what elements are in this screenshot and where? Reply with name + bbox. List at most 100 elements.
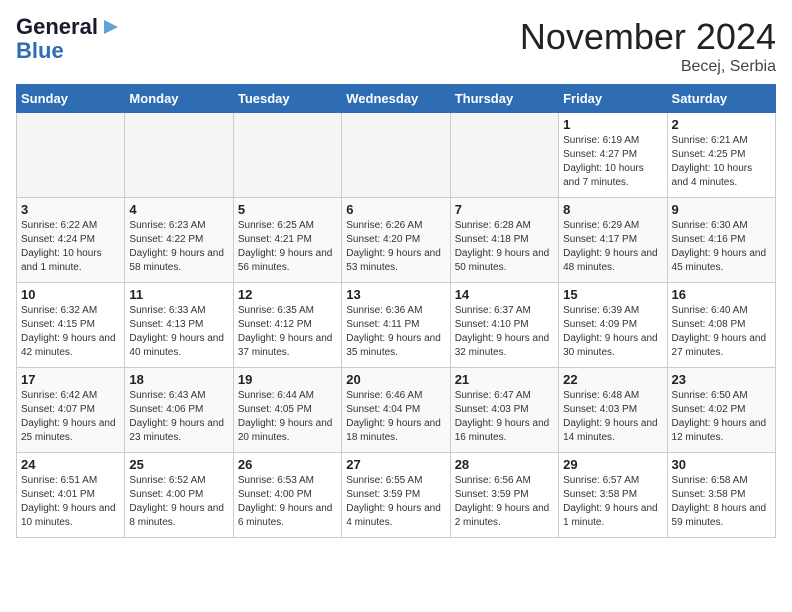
- day-number: 19: [238, 372, 337, 387]
- month-title: November 2024: [520, 16, 776, 58]
- day-number: 30: [672, 457, 771, 472]
- calendar-cell: 14 Sunrise: 6:37 AM Sunset: 4:10 PM Dayli…: [450, 283, 558, 368]
- calendar-cell: [17, 113, 125, 198]
- week-row-0: 1Sunrise: 6:19 AM Sunset: 4:27 PM Daylig…: [17, 113, 776, 198]
- day-number: 16: [672, 287, 771, 302]
- calendar-cell: [233, 113, 341, 198]
- day-number: 8: [563, 202, 662, 217]
- day-detail: Sunrise: 6:26 AM Sunset: 4:20 PM Dayligh…: [346, 219, 445, 275]
- logo-arrow-icon: [100, 16, 122, 38]
- day-detail: Sunrise: 6:25 AM Sunset: 4:21 PM Dayligh…: [238, 219, 337, 275]
- day-number: 4: [129, 202, 228, 217]
- day-detail: Sunrise: 6:29 AM Sunset: 4:17 PM Dayligh…: [563, 219, 662, 275]
- day-detail: Sunrise: 6:44 AM Sunset: 4:05 PM Dayligh…: [238, 389, 337, 445]
- calendar-cell: 9 Sunrise: 6:30 AM Sunset: 4:16 PM Daylig…: [667, 198, 775, 283]
- calendar-cell: 7 Sunrise: 6:28 AM Sunset: 4:18 PM Daylig…: [450, 198, 558, 283]
- calendar-cell: 16 Sunrise: 6:40 AM Sunset: 4:08 PM Dayli…: [667, 283, 775, 368]
- calendar-cell: 5 Sunrise: 6:25 AM Sunset: 4:21 PM Daylig…: [233, 198, 341, 283]
- day-detail: Sunrise: 6:50 AM Sunset: 4:02 PM Dayligh…: [672, 389, 771, 445]
- calendar-cell: 15 Sunrise: 6:39 AM Sunset: 4:09 PM Dayli…: [559, 283, 667, 368]
- week-row-4: 24Sunrise: 6:51 AM Sunset: 4:01 PM Dayli…: [17, 453, 776, 538]
- day-detail: Sunrise: 6:40 AM Sunset: 4:08 PM Dayligh…: [672, 304, 771, 360]
- day-number: 18: [129, 372, 228, 387]
- day-number: 3: [21, 202, 120, 217]
- day-number: 24: [21, 457, 120, 472]
- day-detail: Sunrise: 6:48 AM Sunset: 4:03 PM Dayligh…: [563, 389, 662, 445]
- day-number: 15: [563, 287, 662, 302]
- calendar-cell: 6 Sunrise: 6:26 AM Sunset: 4:20 PM Daylig…: [342, 198, 450, 283]
- calendar-cell: 12Sunrise: 6:35 AM Sunset: 4:12 PM Dayli…: [233, 283, 341, 368]
- day-number: 10: [21, 287, 120, 302]
- calendar-cell: 13Sunrise: 6:36 AM Sunset: 4:11 PM Dayli…: [342, 283, 450, 368]
- week-row-2: 10 Sunrise: 6:32 AM Sunset: 4:15 PM Dayli…: [17, 283, 776, 368]
- calendar-cell: 10 Sunrise: 6:32 AM Sunset: 4:15 PM Dayli…: [17, 283, 125, 368]
- title-block: November 2024 Becej, Serbia: [520, 16, 776, 76]
- day-detail: Sunrise: 6:58 AM Sunset: 3:58 PM Dayligh…: [672, 474, 771, 530]
- calendar-cell: [342, 113, 450, 198]
- day-detail: Sunrise: 6:55 AM Sunset: 3:59 PM Dayligh…: [346, 474, 445, 530]
- logo: General Blue: [16, 16, 122, 64]
- day-number: 9: [672, 202, 771, 217]
- day-detail: Sunrise: 6:56 AM Sunset: 3:59 PM Dayligh…: [455, 474, 554, 530]
- calendar-cell: 30 Sunrise: 6:58 AM Sunset: 3:58 PM Dayli…: [667, 453, 775, 538]
- weekday-header-sunday: Sunday: [17, 85, 125, 113]
- weekday-header-row: SundayMondayTuesdayWednesdayThursdayFrid…: [17, 85, 776, 113]
- day-detail: Sunrise: 6:52 AM Sunset: 4:00 PM Dayligh…: [129, 474, 228, 530]
- calendar-cell: 19 Sunrise: 6:44 AM Sunset: 4:05 PM Dayli…: [233, 368, 341, 453]
- day-detail: Sunrise: 6:47 AM Sunset: 4:03 PM Dayligh…: [455, 389, 554, 445]
- calendar-cell: 27 Sunrise: 6:55 AM Sunset: 3:59 PM Dayli…: [342, 453, 450, 538]
- logo-blue: Blue: [16, 38, 64, 64]
- calendar-cell: 22 Sunrise: 6:48 AM Sunset: 4:03 PM Dayli…: [559, 368, 667, 453]
- weekday-header-friday: Friday: [559, 85, 667, 113]
- day-number: 1: [563, 117, 662, 132]
- day-detail: Sunrise: 6:37 AM Sunset: 4:10 PM Dayligh…: [455, 304, 554, 360]
- calendar-cell: 1Sunrise: 6:19 AM Sunset: 4:27 PM Daylig…: [559, 113, 667, 198]
- day-number: 2: [672, 117, 771, 132]
- calendar-cell: 17Sunrise: 6:42 AM Sunset: 4:07 PM Dayli…: [17, 368, 125, 453]
- day-detail: Sunrise: 6:46 AM Sunset: 4:04 PM Dayligh…: [346, 389, 445, 445]
- weekday-header-thursday: Thursday: [450, 85, 558, 113]
- day-number: 26: [238, 457, 337, 472]
- day-detail: Sunrise: 6:57 AM Sunset: 3:58 PM Dayligh…: [563, 474, 662, 530]
- calendar-table: SundayMondayTuesdayWednesdayThursdayFrid…: [16, 84, 776, 538]
- day-detail: Sunrise: 6:35 AM Sunset: 4:12 PM Dayligh…: [238, 304, 337, 360]
- day-number: 23: [672, 372, 771, 387]
- day-detail: Sunrise: 6:33 AM Sunset: 4:13 PM Dayligh…: [129, 304, 228, 360]
- day-detail: Sunrise: 6:28 AM Sunset: 4:18 PM Dayligh…: [455, 219, 554, 275]
- day-number: 22: [563, 372, 662, 387]
- day-number: 28: [455, 457, 554, 472]
- day-detail: Sunrise: 6:21 AM Sunset: 4:25 PM Dayligh…: [672, 134, 771, 190]
- day-number: 5: [238, 202, 337, 217]
- day-number: 14: [455, 287, 554, 302]
- day-detail: Sunrise: 6:30 AM Sunset: 4:16 PM Dayligh…: [672, 219, 771, 275]
- day-detail: Sunrise: 6:43 AM Sunset: 4:06 PM Dayligh…: [129, 389, 228, 445]
- weekday-header-saturday: Saturday: [667, 85, 775, 113]
- calendar-cell: 29Sunrise: 6:57 AM Sunset: 3:58 PM Dayli…: [559, 453, 667, 538]
- week-row-1: 3Sunrise: 6:22 AM Sunset: 4:24 PM Daylig…: [17, 198, 776, 283]
- weekday-header-monday: Monday: [125, 85, 233, 113]
- day-number: 21: [455, 372, 554, 387]
- day-detail: Sunrise: 6:39 AM Sunset: 4:09 PM Dayligh…: [563, 304, 662, 360]
- calendar-cell: 2 Sunrise: 6:21 AM Sunset: 4:25 PM Daylig…: [667, 113, 775, 198]
- day-detail: Sunrise: 6:36 AM Sunset: 4:11 PM Dayligh…: [346, 304, 445, 360]
- day-detail: Sunrise: 6:32 AM Sunset: 4:15 PM Dayligh…: [21, 304, 120, 360]
- calendar-cell: 8 Sunrise: 6:29 AM Sunset: 4:17 PM Daylig…: [559, 198, 667, 283]
- location: Becej, Serbia: [520, 58, 776, 76]
- logo-general: General: [16, 16, 98, 38]
- day-number: 11: [129, 287, 228, 302]
- weekday-header-tuesday: Tuesday: [233, 85, 341, 113]
- calendar-cell: 26Sunrise: 6:53 AM Sunset: 4:00 PM Dayli…: [233, 453, 341, 538]
- day-number: 6: [346, 202, 445, 217]
- page-header: General Blue November 2024 Becej, Serbia: [16, 16, 776, 76]
- calendar-cell: 18 Sunrise: 6:43 AM Sunset: 4:06 PM Dayli…: [125, 368, 233, 453]
- day-detail: Sunrise: 6:23 AM Sunset: 4:22 PM Dayligh…: [129, 219, 228, 275]
- day-number: 20: [346, 372, 445, 387]
- week-row-3: 17Sunrise: 6:42 AM Sunset: 4:07 PM Dayli…: [17, 368, 776, 453]
- calendar-cell: 20 Sunrise: 6:46 AM Sunset: 4:04 PM Dayli…: [342, 368, 450, 453]
- day-number: 7: [455, 202, 554, 217]
- day-number: 27: [346, 457, 445, 472]
- day-number: 25: [129, 457, 228, 472]
- calendar-cell: 25 Sunrise: 6:52 AM Sunset: 4:00 PM Dayli…: [125, 453, 233, 538]
- calendar-cell: 24Sunrise: 6:51 AM Sunset: 4:01 PM Dayli…: [17, 453, 125, 538]
- calendar-cell: [125, 113, 233, 198]
